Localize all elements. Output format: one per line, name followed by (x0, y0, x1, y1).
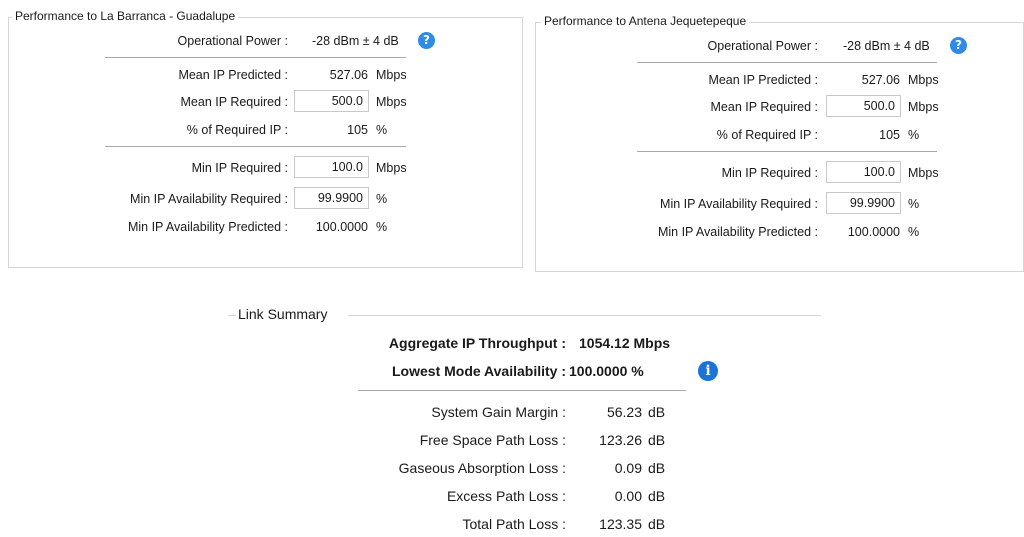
question-icon[interactable]: ? (418, 32, 435, 49)
mean-ip-required-label: Mean IP Required : (710, 100, 818, 114)
min-ip-availability-required-input[interactable] (826, 192, 901, 214)
mean-ip-predicted-unit: Mbps (908, 73, 939, 87)
separator (105, 57, 406, 58)
mean-ip-required-input[interactable] (826, 95, 901, 117)
mean-ip-required-unit: Mbps (376, 95, 407, 109)
link-summary-title: Link Summary (238, 306, 328, 322)
excess-path-loss-label: Excess Path Loss : (446, 488, 566, 504)
min-ip-availability-required-unit: % (908, 197, 920, 211)
mean-ip-predicted-unit: Mbps (376, 68, 407, 82)
excess-path-loss-value: 0.00 (614, 488, 642, 504)
link-summary-rule-left (228, 315, 236, 316)
panel-title-antena-jequetepeque: Performance to Antena Jequetepeque (541, 14, 750, 28)
min-ip-availability-predicted-label: Min IP Availability Predicted : (657, 225, 818, 239)
min-ip-availability-required-label: Min IP Availability Required : (130, 192, 288, 206)
operational-power-value: -28 dBm ± 4 dB (312, 34, 399, 48)
pct-required-ip-unit: % (376, 123, 388, 137)
pct-required-ip-value: 105 (879, 128, 900, 142)
min-ip-required-input[interactable] (826, 161, 901, 183)
system-gain-margin-value: 56.23 (606, 404, 642, 420)
free-space-path-loss-value: 123.26 (599, 432, 642, 448)
min-ip-required-label: Min IP Required : (191, 161, 288, 175)
pct-required-ip-value: 105 (347, 123, 368, 137)
min-ip-availability-predicted-value: 100.0000 (315, 220, 368, 234)
min-ip-required-label: Min IP Required : (721, 166, 818, 180)
system-gain-margin-unit: dB (648, 404, 666, 420)
min-ip-availability-required-unit: % (376, 192, 388, 206)
question-icon[interactable]: ? (950, 37, 967, 54)
aggregate-ip-throughput-label: Aggregate IP Throughput : (388, 335, 566, 351)
separator (637, 151, 937, 152)
mean-ip-required-label: Mean IP Required : (180, 95, 288, 109)
min-ip-required-input[interactable] (294, 156, 369, 178)
mean-ip-predicted-label: Mean IP Predicted : (708, 73, 818, 87)
pct-required-ip-label: % of Required IP : (186, 123, 288, 137)
total-path-loss-value: 123.35 (599, 516, 642, 532)
separator (637, 62, 937, 63)
min-ip-availability-predicted-label: Min IP Availability Predicted : (127, 220, 288, 234)
excess-path-loss-unit: dB (648, 488, 666, 504)
min-ip-required-unit: Mbps (908, 166, 939, 180)
min-ip-availability-required-input[interactable] (294, 187, 369, 209)
min-ip-availability-required-label: Min IP Availability Required : (660, 197, 818, 211)
mean-ip-predicted-label: Mean IP Predicted : (178, 68, 288, 82)
min-ip-availability-predicted-unit: % (376, 220, 388, 234)
panel-title-la-barranca: Performance to La Barranca - Guadalupe (12, 9, 239, 23)
total-path-loss-label: Total Path Loss : (462, 516, 566, 532)
min-ip-availability-predicted-value: 100.0000 (847, 225, 900, 239)
separator (105, 146, 406, 147)
operational-power-label: Operational Power : (707, 39, 818, 53)
pct-required-ip-unit: % (908, 128, 920, 142)
total-path-loss-unit: dB (648, 516, 666, 532)
free-space-path-loss-label: Free Space Path Loss : (419, 432, 566, 448)
operational-power-value: -28 dBm ± 4 dB (843, 39, 930, 53)
mean-ip-required-input[interactable] (294, 90, 369, 112)
mean-ip-required-unit: Mbps (908, 100, 939, 114)
mean-ip-predicted-value: 527.06 (861, 73, 900, 87)
free-space-path-loss-unit: dB (648, 432, 666, 448)
gaseous-absorption-loss-value: 0.09 (614, 460, 642, 476)
pct-required-ip-label: % of Required IP : (716, 128, 818, 142)
mean-ip-predicted-value: 527.06 (329, 68, 368, 82)
operational-power-label: Operational Power : (177, 34, 288, 48)
min-ip-required-unit: Mbps (376, 161, 407, 175)
info-icon[interactable]: i (698, 361, 718, 381)
min-ip-availability-predicted-unit: % (908, 225, 920, 239)
separator (358, 390, 686, 391)
lowest-mode-availability-label: Lowest Mode Availability : (392, 363, 566, 379)
system-gain-margin-label: System Gain Margin : (431, 404, 566, 420)
gaseous-absorption-loss-label: Gaseous Absorption Loss : (398, 460, 566, 476)
aggregate-ip-throughput-value: 1054.12 Mbps (579, 335, 671, 351)
link-summary-rule-right (348, 315, 821, 316)
lowest-mode-availability-value: 100.0000 % (569, 363, 644, 379)
gaseous-absorption-loss-unit: dB (648, 460, 666, 476)
